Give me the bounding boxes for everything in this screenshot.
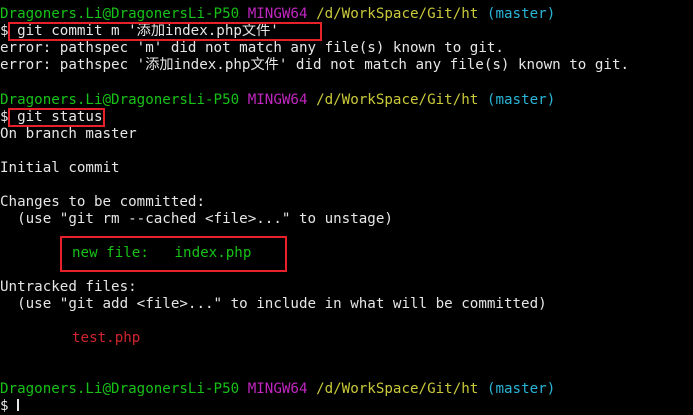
output-unstage-hint: (use "git rm --cached <file>..." to unst… xyxy=(0,211,393,227)
prompt-line: Dragoners.Li@DragonersLi-P50 MINGW64 /d/… xyxy=(0,6,555,23)
highlight-staged-file xyxy=(60,236,287,272)
output-initial-commit: Initial commit xyxy=(0,160,120,176)
prompt-branch: (master) xyxy=(486,92,556,108)
prompt-system: MINGW64 xyxy=(247,6,308,22)
error-line: error: pathspec '添加index.php文件' did not … xyxy=(0,57,630,73)
highlight-commit-command xyxy=(8,22,322,41)
prompt-user-host: Dragoners.Li@DragonersLi-P50 xyxy=(0,92,240,108)
prompt-user-host: Dragoners.Li@DragonersLi-P50 xyxy=(0,381,240,397)
prompt-system: MINGW64 xyxy=(247,381,308,397)
prompt-branch: (master) xyxy=(486,6,556,22)
untracked-file-entry: test.php xyxy=(72,330,141,346)
output-untracked-hint: (use "git add <file>..." to include in w… xyxy=(0,296,547,312)
prompt-path: /d/WorkSpace/Git/ht xyxy=(316,92,479,108)
command-line[interactable]: $ xyxy=(0,398,20,415)
output-on-branch: On branch master xyxy=(0,126,137,142)
prompt-system: MINGW64 xyxy=(247,92,308,108)
terminal-window[interactable]: Dragoners.Li@DragonersLi-P50 MINGW64 /d/… xyxy=(0,0,693,414)
prompt-path: /d/WorkSpace/Git/ht xyxy=(316,6,479,22)
prompt-user-host: Dragoners.Li@DragonersLi-P50 xyxy=(0,6,240,22)
prompt-branch: (master) xyxy=(486,381,556,397)
prompt-symbol: $ xyxy=(0,398,9,414)
error-line: error: pathspec 'm' did not match any fi… xyxy=(0,40,504,56)
output-changes-header: Changes to be committed: xyxy=(0,194,205,210)
prompt-line: Dragoners.Li@DragonersLi-P50 MINGW64 /d/… xyxy=(0,381,555,398)
text-cursor xyxy=(17,399,20,411)
highlight-status-command xyxy=(8,108,105,127)
prompt-line: Dragoners.Li@DragonersLi-P50 MINGW64 /d/… xyxy=(0,92,555,109)
output-untracked-header: Untracked files: xyxy=(0,279,137,295)
prompt-path: /d/WorkSpace/Git/ht xyxy=(316,381,479,397)
